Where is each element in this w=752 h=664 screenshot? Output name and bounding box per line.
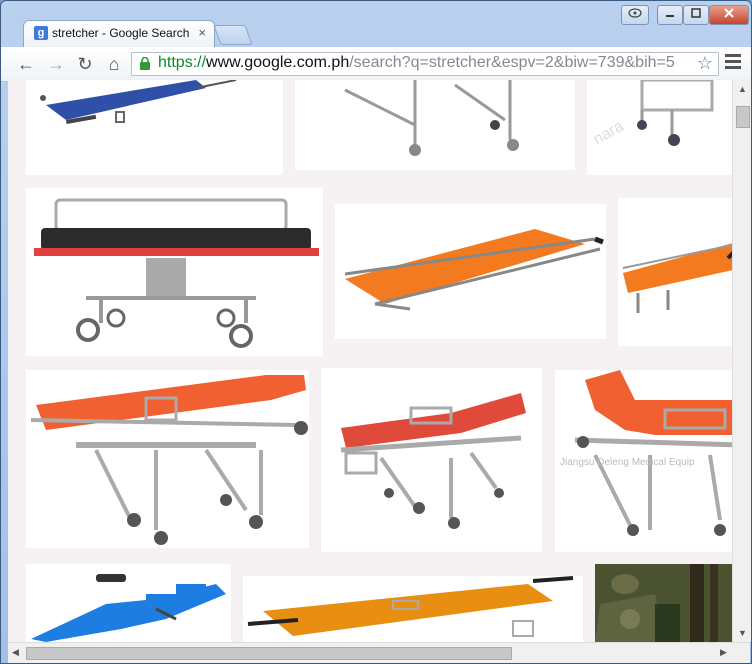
- url-text: https://www.google.com.ph/search?q=stret…: [158, 54, 675, 72]
- close-tab-icon[interactable]: ×: [198, 25, 206, 40]
- horizontal-scroll-thumb[interactable]: [26, 647, 512, 660]
- image-result-blue-ambulance-stretcher[interactable]: [26, 564, 231, 642]
- browser-tab[interactable]: g stretcher - Google Search ×: [23, 20, 215, 47]
- image-result-ambulance-stretcher-orange-large[interactable]: [26, 370, 309, 548]
- reload-button[interactable]: ↻: [74, 53, 96, 75]
- close-window-button[interactable]: [709, 5, 749, 25]
- horizontal-scrollbar[interactable]: ◀ ▶: [8, 642, 750, 663]
- image-result-blue-folding-stretcher[interactable]: [26, 80, 283, 175]
- image-results-grid: nara Jiangsu Deleng Medical Equip: [8, 80, 732, 642]
- google-favicon-icon: g: [34, 26, 48, 40]
- image-result-orange-pole-stretcher[interactable]: [243, 576, 583, 642]
- new-tab-button[interactable]: [213, 25, 253, 45]
- url-host: www.google.com.ph: [206, 54, 350, 71]
- image-result-ambulance-stretcher-watermark[interactable]: Jiangsu Deleng Medical Equip: [555, 370, 732, 552]
- forward-button[interactable]: →: [45, 53, 67, 75]
- menu-icon[interactable]: [725, 54, 741, 72]
- scroll-right-icon[interactable]: ▶: [720, 647, 727, 658]
- svg-text:nara: nara: [591, 118, 627, 149]
- image-result-orange-folding-stretcher[interactable]: [335, 204, 606, 339]
- address-bar[interactable]: https://www.google.com.ph/search?q=stret…: [131, 52, 719, 76]
- image-result-hospital-stretcher-black-mattress[interactable]: [26, 188, 323, 356]
- tab-title: stretcher - Google Search: [52, 26, 190, 40]
- url-path: /search?q=stretcher&espv=2&biw=739&bih=5: [349, 54, 675, 71]
- bookmark-star-icon[interactable]: ☆: [697, 53, 713, 74]
- image-result-orange-stretcher-partial[interactable]: [618, 198, 732, 346]
- watermark-text: Jiangsu Deleng Medical Equip: [560, 457, 695, 468]
- url-scheme: https://: [158, 54, 207, 71]
- maximize-button[interactable]: [683, 5, 709, 25]
- browser-toolbar: ← → ↻ ⌂ https://www.google.com.ph/search…: [1, 47, 751, 82]
- image-result-stretcher-trolley-top[interactable]: [295, 80, 575, 170]
- scroll-left-icon[interactable]: ◀: [12, 647, 19, 658]
- minimize-button[interactable]: [657, 5, 683, 25]
- user-profile-icon[interactable]: [621, 5, 649, 25]
- scroll-down-icon[interactable]: ▼: [738, 628, 747, 638]
- vertical-scroll-thumb[interactable]: [736, 106, 750, 128]
- image-result-soldier-forest[interactable]: [595, 564, 732, 642]
- image-result-stretcher-frame-top-right[interactable]: nara: [587, 80, 732, 175]
- back-button[interactable]: ←: [15, 53, 37, 75]
- scroll-up-icon[interactable]: ▲: [738, 84, 747, 94]
- vertical-scrollbar[interactable]: ▲ ▼: [732, 80, 751, 642]
- image-result-ambulance-stretcher-red[interactable]: [321, 368, 542, 552]
- home-button[interactable]: ⌂: [103, 53, 125, 75]
- lock-icon: [140, 57, 150, 70]
